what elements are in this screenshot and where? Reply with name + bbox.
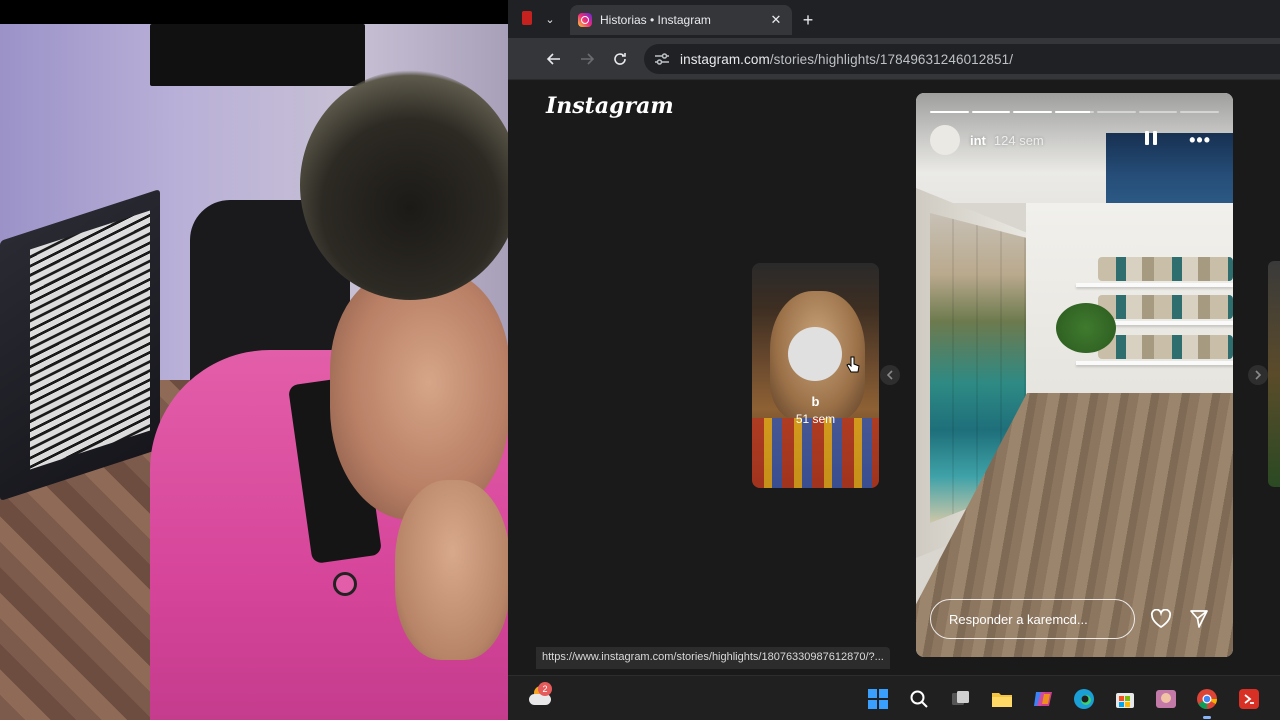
story-image-shelf xyxy=(1076,283,1233,287)
shirt-logo xyxy=(333,572,357,596)
story-image-plant xyxy=(1056,303,1116,353)
chevron-left-icon xyxy=(886,370,893,380)
search-icon[interactable] xyxy=(906,686,932,712)
reply-input[interactable] xyxy=(930,599,1135,639)
progress-segment xyxy=(1180,111,1220,113)
tab-title: Historias • Instagram xyxy=(600,13,711,27)
link-status-bubble: https://www.instagram.com/stories/highli… xyxy=(536,647,890,669)
tab-instagram[interactable]: Historias • Instagram ✕ xyxy=(570,5,792,35)
tab-search-button[interactable]: ⌄ xyxy=(538,7,562,31)
back-arrow-icon xyxy=(546,53,560,65)
person-hand xyxy=(395,480,508,660)
story-image-pillows xyxy=(1098,295,1233,319)
instagram-favicon-icon xyxy=(578,13,592,27)
preview-avatar xyxy=(788,327,842,381)
heart-icon[interactable] xyxy=(1149,607,1173,631)
story-image-pillows xyxy=(1098,257,1233,281)
story-footer xyxy=(930,599,1219,639)
story-viewer[interactable]: int 124 sem ••• xyxy=(916,93,1233,657)
story-avatar[interactable] xyxy=(930,125,960,155)
windows-start-icon[interactable] xyxy=(865,686,891,712)
story-image-shelf xyxy=(1076,361,1233,365)
story-header: int 124 sem ••• xyxy=(930,125,1219,155)
webcam-overlay xyxy=(0,0,508,720)
address-bar[interactable]: instagram.com/stories/highlights/1784963… xyxy=(644,44,1280,74)
progress-segment xyxy=(1138,111,1178,113)
new-tab-button[interactable]: + xyxy=(796,8,820,32)
story-time: 124 sem xyxy=(993,132,1044,148)
story-preview-card[interactable]: b 51 sem xyxy=(752,263,879,488)
next-story-button[interactable] xyxy=(1248,365,1268,385)
app-icon[interactable] xyxy=(1236,686,1262,712)
pause-icon[interactable] xyxy=(1145,131,1159,147)
pinned-tab-icon[interactable] xyxy=(522,11,532,25)
edge-icon[interactable] xyxy=(1071,686,1097,712)
url-host: instagram.com xyxy=(680,51,770,67)
photos-icon[interactable] xyxy=(1153,686,1179,712)
site-info-icon[interactable] xyxy=(654,51,670,67)
person-face xyxy=(330,270,508,520)
share-icon[interactable] xyxy=(1187,607,1211,631)
file-explorer-icon[interactable] xyxy=(989,686,1015,712)
progress-segment xyxy=(971,111,1011,113)
reload-button[interactable] xyxy=(608,47,632,71)
back-button[interactable] xyxy=(542,47,566,71)
url-path: /stories/highlights/17849631246012851/ xyxy=(769,51,1014,67)
progress-segment xyxy=(930,111,969,113)
next-story-peek[interactable] xyxy=(1268,261,1280,487)
progress-segment xyxy=(1055,111,1094,113)
close-tab-icon[interactable]: ✕ xyxy=(768,12,784,28)
browser-window: ⌄ Historias • Instagram ✕ + instagram.co… xyxy=(508,0,1280,675)
preview-time: 51 sem xyxy=(795,412,836,426)
preview-username: b xyxy=(811,394,820,409)
reload-icon xyxy=(614,53,626,65)
more-options-icon[interactable]: ••• xyxy=(1189,130,1211,151)
chevron-right-icon xyxy=(1255,370,1262,380)
tab-bar: ⌄ Historias • Instagram ✕ + xyxy=(508,0,1280,38)
progress-segment xyxy=(1013,111,1053,113)
store-icon[interactable] xyxy=(1112,686,1138,712)
url-text: instagram.com/stories/highlights/1784963… xyxy=(680,52,1013,67)
chrome-icon[interactable] xyxy=(1194,686,1220,719)
person-hair xyxy=(300,70,508,300)
hand-cursor-icon xyxy=(846,356,860,373)
story-image-pillows xyxy=(1098,335,1233,359)
preview-thumbnail-basket xyxy=(752,418,879,488)
story-progress-bar xyxy=(930,111,1220,113)
browser-toolbar: instagram.com/stories/highlights/1784963… xyxy=(508,38,1280,80)
keyboard-keys xyxy=(30,210,150,470)
weather-badge: 2 xyxy=(538,682,552,696)
taskbar: 2 xyxy=(508,675,1280,720)
wall-tv xyxy=(150,24,365,86)
instagram-logo[interactable]: Instagram xyxy=(546,93,674,119)
forward-button[interactable] xyxy=(575,47,599,71)
story-username[interactable]: int xyxy=(970,133,986,148)
progress-segment xyxy=(1096,111,1136,113)
previous-story-button[interactable] xyxy=(880,365,900,385)
copilot-icon[interactable] xyxy=(1030,686,1056,712)
page-viewport: Instagram b 51 sem int 124 sem ••• Respo… xyxy=(508,81,1280,675)
task-view-icon[interactable] xyxy=(948,686,974,712)
webcam-top-bar xyxy=(0,0,508,24)
forward-arrow-icon xyxy=(581,53,595,65)
